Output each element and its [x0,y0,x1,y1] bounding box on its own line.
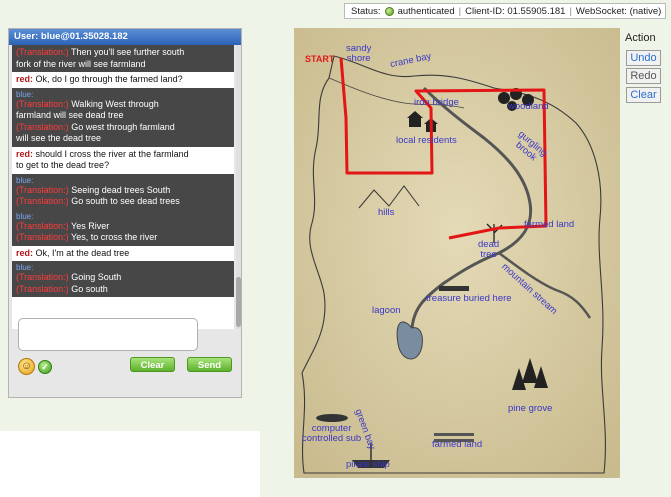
map-label-start: START [305,54,335,64]
status-label: Status: [351,5,381,17]
message-sender: red: [16,148,36,159]
message-line: fork of the river will see farmland [16,59,230,71]
map-label-lagoon: lagoon [372,305,401,316]
status-separator: | [458,5,462,17]
message-text: Then you'll see further south [71,47,185,57]
chat-message-blue: blue: (Translation:) Walking West through… [12,87,234,147]
message-text: Seeing dead trees South [71,184,171,195]
clear-drawing-button[interactable]: Clear [626,87,661,103]
send-button[interactable]: Send [187,357,232,372]
websocket-status: WebSocket: (native) [575,5,662,17]
message-text: Go west through farmland [71,121,175,132]
translation-tag: (Translation:) [16,283,72,294]
submarine-shape [316,414,348,422]
message-line: (Translation:) Go south [16,284,230,296]
translation-tag: (Translation:) [16,220,72,231]
chat-message-red: red: Ok, do I go through the farmed land… [12,72,234,88]
map-label-local-residents: local residents [396,135,457,146]
translation-tag: (Translation:) [16,272,72,282]
message-text: Yes River [71,220,110,231]
status-bar: Status: authenticated | Client-ID: 01.55… [344,3,666,19]
message-text: should I cross the river at the farmland [35,148,189,159]
translation-tag: (Translation:) [16,184,72,195]
undo-button[interactable]: Undo [626,50,661,66]
status-separator: | [569,5,572,17]
message-line: (Translation:) Seeing dead trees South [16,185,230,197]
message-sender: red: [16,74,36,84]
map-label-treasure: treasure buried here [426,293,512,304]
status-value: authenticated [397,5,455,17]
message-line: (Translation:) Then you'll see further s… [16,47,230,59]
translation-tag: (Translation:) [16,196,72,206]
clear-chat-button[interactable]: Clear [130,357,175,372]
message-text: Ok, do I go through the farmed land? [35,74,183,84]
message-text: to get to the dead tree? [16,160,110,170]
message-line: will see the dead tree [16,133,230,145]
checkmark-icon[interactable]: ✓ [38,360,52,374]
message-line: (Translation:) Yes, to cross the river [16,232,230,244]
chat-input[interactable] [18,318,198,351]
translation-tag: (Translation:) [16,98,72,109]
map-label-dead-tree: dead tree [478,239,500,260]
message-text: fork of the river will see farmland [16,58,146,69]
chat-message-red: red: should I cross the river at the far… [12,146,234,174]
message-sender: blue: [16,175,34,185]
chat-message-blue: (Translation:) Then you'll see further s… [12,45,234,72]
drawing-tools-title: Action [625,32,656,44]
message-line: (Translation:) Go west through farmland [16,122,230,134]
emoticon-icon[interactable]: ☺ [18,358,35,375]
chat-message-blue: blue: (Translation:) Yes River (Translatio… [12,209,234,246]
chat-panel: User: blue@01.35028.182 (Translation:) T… [8,28,242,398]
message-sender: red: [16,247,36,258]
treasure-map[interactable]: START sandy shore crane bay iron bridge … [294,28,620,478]
message-text: Walking West through [71,98,159,109]
message-text: Going South [71,272,122,282]
map-label-farmed-land-north: farmed land [524,219,575,230]
message-sender: blue: [16,211,34,221]
chat-message-red: red: Ok, I'm at the dead tree [12,245,234,261]
message-text: Go south to see dead trees [71,196,180,206]
status-ok-icon [384,6,394,16]
map-label-computer-sub: computer controlled sub [302,423,362,444]
message-sender: blue: [16,263,34,272]
client-id: Client-ID: 01.55905.181 [465,5,566,17]
message-text: farmland will see dead tree [16,110,124,120]
redo-button[interactable]: Redo [626,68,661,84]
chat-header: User: blue@01.35028.182 [9,29,241,45]
chat-message-blue: blue: (Translation:) Going South (Translat… [12,261,234,297]
chat-message-list[interactable]: (Translation:) Then you'll see further s… [12,45,234,329]
map-label-farmed-land-south: farmed land [432,439,483,450]
message-line: (Translation:) Going South [16,272,230,284]
message-text: Ok, I'm at the dead tree [35,247,130,258]
map-label-sandy-shore: sandy shore [346,43,372,64]
map-label-woodland: woodland [508,101,549,112]
map-drawing [294,28,620,478]
message-line: (Translation:) Go south to see dead tree… [16,196,230,208]
translation-tag: (Translation:) [16,47,72,57]
map-label-iron-bridge: iron bridge [414,97,459,108]
chat-scrollbar[interactable] [236,45,241,329]
message-line: farmland will see dead tree [16,110,230,122]
map-label-pirate-ship: pirate ship [346,459,390,470]
message-text: will see the dead tree [16,133,102,143]
blank-area [0,431,260,497]
translation-tag: (Translation:) [16,121,72,132]
message-line: (Translation:) Walking West through [16,99,230,111]
message-sender: blue: [16,89,34,99]
map-label-pine-grove: pine grove [508,403,553,414]
message-text: Go south [71,283,108,294]
map-label-hills: hills [378,207,395,218]
message-line: (Translation:) Yes River [16,221,230,233]
chat-scroll-thumb[interactable] [236,277,241,327]
treasure-mark [439,286,469,291]
chat-message-blue: blue: (Translation:) Seeing dead trees So… [12,173,234,210]
translation-tag: (Translation:) [16,232,72,242]
message-text: Yes, to cross the river [71,232,158,242]
